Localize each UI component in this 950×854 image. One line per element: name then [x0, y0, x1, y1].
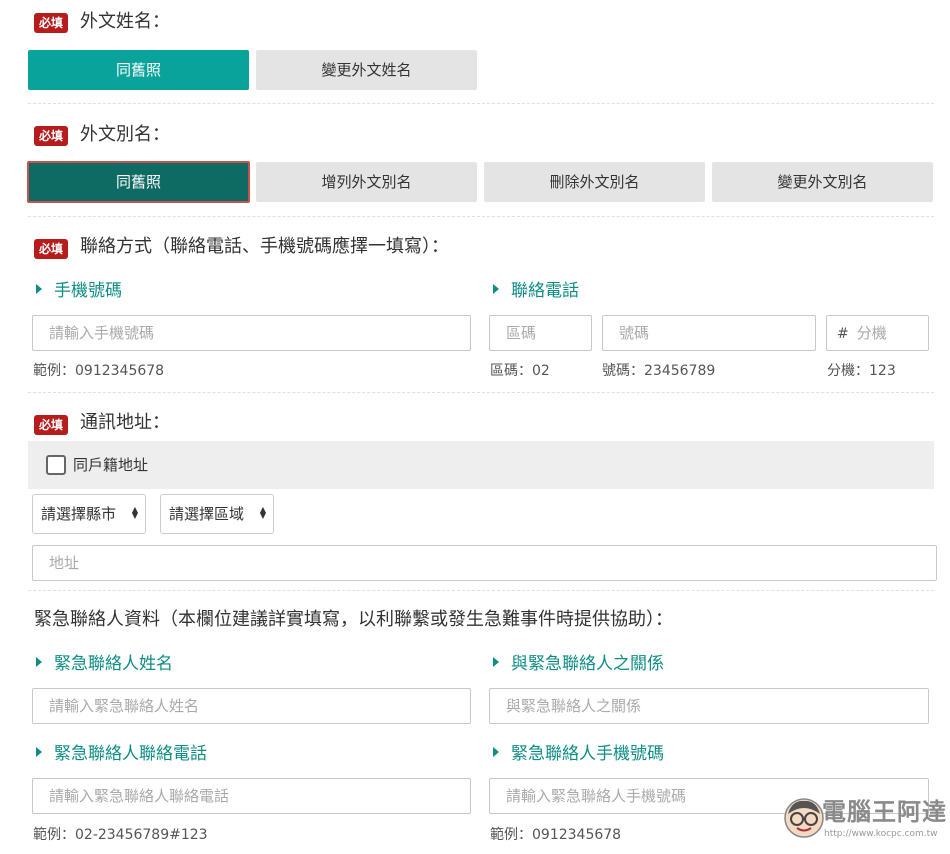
emergency-relation-label: 與緊急聯絡人之關係: [493, 653, 664, 675]
address-input[interactable]: [32, 545, 937, 581]
extension-placeholder: 分機: [856, 324, 887, 342]
watermark-mascot-icon: [782, 796, 826, 840]
triangle-bullet-icon: [36, 657, 42, 667]
mobile-hint: 範例：0912345678: [33, 363, 165, 379]
foreign-name-same-as-old-button[interactable]: 同舊照: [28, 50, 249, 90]
triangle-bullet-icon: [36, 284, 42, 294]
triangle-bullet-icon: [36, 747, 42, 757]
select-arrows-icon: ▲ ▼: [259, 505, 266, 520]
mobile-label: 手機號碼: [36, 280, 122, 302]
phone-number-input[interactable]: [602, 315, 816, 351]
triangle-bullet-icon: [493, 657, 499, 667]
foreign-alias-same-as-old-button[interactable]: 同舊照: [27, 161, 250, 203]
required-badge: 必填: [34, 239, 69, 259]
divider: [28, 392, 934, 393]
extension-hint: 分機：123: [827, 363, 896, 379]
triangle-bullet-icon: [493, 284, 499, 294]
add-foreign-alias-button[interactable]: 增列外文別名: [256, 162, 477, 202]
required-badge: 必填: [34, 13, 69, 33]
same-as-household-row: [28, 441, 934, 489]
emergency-relation-input[interactable]: [489, 688, 929, 724]
emergency-phone-input[interactable]: [32, 778, 471, 814]
phone-label: 聯絡電話: [493, 280, 579, 302]
select-arrows-icon: ▲ ▼: [131, 505, 138, 520]
contact-title: 聯絡方式（聯絡電話、手機號碼應擇一填寫）：: [80, 236, 449, 257]
same-as-household-label[interactable]: 同戶籍地址: [73, 455, 148, 475]
emergency-name-input[interactable]: [32, 688, 471, 724]
required-badge: 必填: [34, 126, 69, 146]
emergency-phone-hint: 範例：02-23456789#123: [33, 827, 208, 843]
foreign-name-title: 外文姓名：: [80, 11, 170, 32]
required-badge: 必填: [34, 415, 69, 435]
area-code-input[interactable]: [489, 315, 592, 351]
address-title: 通訊地址：: [80, 412, 170, 433]
foreign-alias-title: 外文別名：: [80, 124, 170, 145]
divider: [28, 590, 934, 591]
emergency-mobile-label: 緊急聯絡人手機號碼: [493, 743, 664, 765]
hash-icon: #: [837, 326, 849, 342]
emergency-phone-label: 緊急聯絡人聯絡電話: [36, 743, 207, 765]
change-foreign-name-button[interactable]: 變更外文姓名: [256, 50, 477, 90]
divider: [28, 103, 934, 104]
watermark-url: http://www.kocpc.com.tw: [824, 829, 938, 839]
emergency-mobile-hint: 範例：0912345678: [490, 827, 622, 843]
triangle-bullet-icon: [493, 747, 499, 757]
phone-number-hint: 號碼：23456789: [602, 363, 716, 379]
watermark-brand: 電腦王阿達: [822, 798, 947, 826]
emergency-name-label: 緊急聯絡人姓名: [36, 653, 173, 675]
city-select[interactable]: 請選擇縣市 ▲ ▼: [32, 494, 146, 534]
area-code-hint: 區碼：02: [490, 363, 550, 379]
divider: [28, 216, 934, 217]
emergency-title: 緊急聯絡人資料（本欄位建議詳實填寫，以利聯繫或發生急難事件時提供協助）：: [34, 609, 673, 630]
same-as-household-checkbox[interactable]: [46, 455, 66, 475]
extension-field[interactable]: # 分機: [826, 315, 929, 351]
mobile-input[interactable]: [32, 315, 471, 351]
district-select[interactable]: 請選擇區域 ▲ ▼: [160, 494, 274, 534]
change-foreign-alias-button[interactable]: 變更外文別名: [712, 162, 933, 202]
delete-foreign-alias-button[interactable]: 刪除外文別名: [484, 162, 705, 202]
